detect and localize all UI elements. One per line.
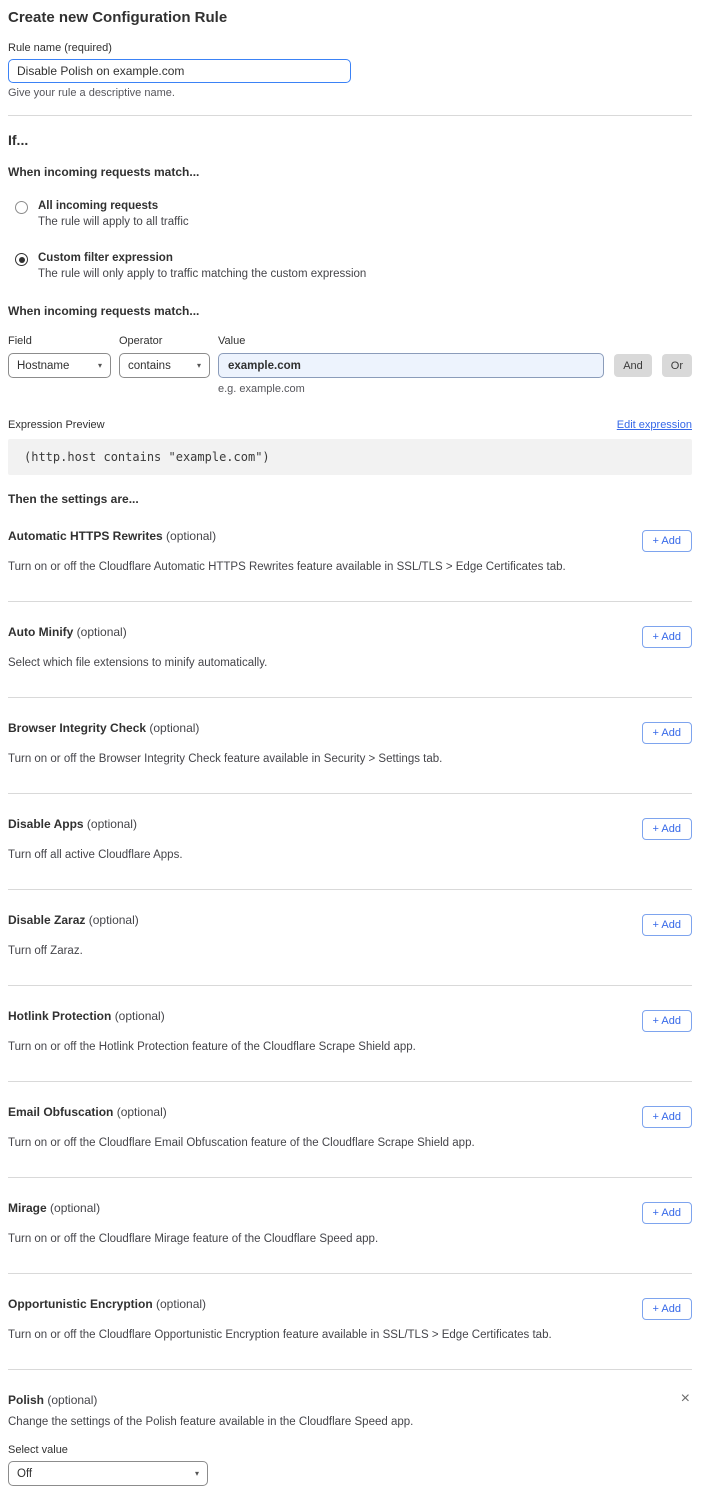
add-button[interactable]: + Add: [642, 1298, 692, 1320]
add-button[interactable]: + Add: [642, 626, 692, 648]
incoming-match-label: When incoming requests match...: [8, 165, 692, 179]
if-heading: If...: [8, 132, 692, 148]
match-type-radio-group: All incoming requests The rule will appl…: [8, 200, 692, 280]
setting-section: Auto Minify (optional) + Add Select whic…: [8, 602, 692, 698]
add-button[interactable]: + Add: [642, 914, 692, 936]
radio-all-incoming-requests[interactable]: All incoming requests The rule will appl…: [8, 200, 692, 228]
setting-description: Turn off Zaraz.: [8, 945, 568, 957]
field-label: Field: [8, 335, 119, 347]
setting-description: Turn on or off the Cloudflare Mirage fea…: [8, 1233, 568, 1245]
operator-select-value: contains: [128, 360, 171, 372]
setting-description: Turn on or off the Cloudflare Automatic …: [8, 561, 568, 573]
setting-title: Mirage: [8, 1201, 47, 1215]
value-label: Value: [218, 335, 692, 347]
radio-description: The rule will only apply to traffic matc…: [38, 268, 366, 280]
setting-section-polish: Polish (optional) × Change the settings …: [8, 1370, 692, 1486]
setting-optional-tag: (optional): [156, 1297, 206, 1311]
add-button[interactable]: + Add: [642, 1010, 692, 1032]
setting-section: Email Obfuscation (optional) + Add Turn …: [8, 1082, 692, 1178]
polish-select-value: Off: [17, 1468, 32, 1480]
select-value-label: Select value: [8, 1444, 692, 1456]
builder-column-labels: Field Operator Value: [8, 335, 692, 347]
setting-section: Browser Integrity Check (optional) + Add…: [8, 698, 692, 794]
expression-preview-code: (http.host contains "example.com"): [8, 439, 692, 475]
setting-description: Turn on or off the Cloudflare Opportunis…: [8, 1329, 568, 1341]
setting-title: Email Obfuscation: [8, 1105, 113, 1119]
chevron-down-icon: ▾: [98, 361, 102, 370]
setting-optional-tag: (optional): [87, 817, 137, 831]
rule-name-input[interactable]: [8, 59, 351, 83]
value-input[interactable]: [218, 353, 604, 378]
add-button[interactable]: + Add: [642, 722, 692, 744]
setting-optional-tag: (optional): [77, 625, 127, 639]
setting-section: Opportunistic Encryption (optional) + Ad…: [8, 1274, 692, 1370]
add-button[interactable]: + Add: [642, 1202, 692, 1224]
radio-label: Custom filter expression: [38, 252, 366, 264]
radio-selected-icon[interactable]: [15, 253, 28, 266]
add-button[interactable]: + Add: [642, 818, 692, 840]
rule-name-group: Rule name (required) Give your rule a de…: [8, 42, 692, 99]
rule-name-label: Rule name (required): [8, 42, 692, 54]
rule-name-help: Give your rule a descriptive name.: [8, 87, 692, 99]
setting-description: Turn on or off the Hotlink Protection fe…: [8, 1041, 568, 1053]
setting-description: Change the settings of the Polish featur…: [8, 1416, 568, 1428]
setting-title: Browser Integrity Check: [8, 721, 146, 735]
divider: [8, 115, 692, 116]
builder-match-label: When incoming requests match...: [8, 304, 692, 318]
setting-title: Automatic HTTPS Rewrites: [8, 529, 163, 543]
then-settings-heading: Then the settings are...: [8, 492, 692, 506]
setting-section: Automatic HTTPS Rewrites (optional) + Ad…: [8, 506, 692, 602]
operator-select[interactable]: contains ▾: [119, 353, 210, 378]
or-button[interactable]: Or: [662, 354, 692, 377]
setting-optional-tag: (optional): [47, 1393, 97, 1407]
expression-preview-header: Expression Preview Edit expression: [8, 419, 692, 431]
close-icon[interactable]: ×: [679, 1393, 692, 1405]
polish-value-select[interactable]: Off ▾: [8, 1461, 208, 1486]
setting-optional-tag: (optional): [166, 529, 216, 543]
operator-label: Operator: [119, 335, 218, 347]
setting-optional-tag: (optional): [89, 913, 139, 927]
setting-title: Hotlink Protection: [8, 1009, 111, 1023]
radio-description: The rule will apply to all traffic: [38, 216, 189, 228]
setting-optional-tag: (optional): [117, 1105, 167, 1119]
page-title: Create new Configuration Rule: [8, 9, 692, 26]
radio-label: All incoming requests: [38, 200, 189, 212]
setting-title: Disable Zaraz: [8, 913, 85, 927]
add-button[interactable]: + Add: [642, 530, 692, 552]
field-select[interactable]: Hostname ▾: [8, 353, 111, 378]
setting-description: Select which file extensions to minify a…: [8, 657, 568, 669]
setting-optional-tag: (optional): [50, 1201, 100, 1215]
setting-optional-tag: (optional): [149, 721, 199, 735]
setting-section: Disable Apps (optional) + Add Turn off a…: [8, 794, 692, 890]
setting-title: Polish: [8, 1393, 44, 1407]
setting-optional-tag: (optional): [115, 1009, 165, 1023]
value-help: e.g. example.com: [218, 383, 692, 395]
radio-custom-filter-expression[interactable]: Custom filter expression The rule will o…: [8, 252, 692, 280]
setting-section: Hotlink Protection (optional) + Add Turn…: [8, 986, 692, 1082]
setting-description: Turn on or off the Cloudflare Email Obfu…: [8, 1137, 568, 1149]
setting-section: Disable Zaraz (optional) + Add Turn off …: [8, 890, 692, 986]
chevron-down-icon: ▾: [197, 361, 201, 370]
field-select-value: Hostname: [17, 360, 69, 372]
radio-unselected-icon[interactable]: [15, 201, 28, 214]
setting-title: Disable Apps: [8, 817, 84, 831]
chevron-down-icon: ▾: [195, 1469, 199, 1478]
setting-title: Opportunistic Encryption: [8, 1297, 153, 1311]
settings-list: Automatic HTTPS Rewrites (optional) + Ad…: [8, 506, 692, 1370]
add-button[interactable]: + Add: [642, 1106, 692, 1128]
setting-section: Mirage (optional) + Add Turn on or off t…: [8, 1178, 692, 1274]
setting-description: Turn on or off the Browser Integrity Che…: [8, 753, 568, 765]
expression-preview-label: Expression Preview: [8, 419, 105, 431]
expression-builder-row: Hostname ▾ contains ▾ And Or: [8, 353, 692, 378]
edit-expression-link[interactable]: Edit expression: [617, 419, 692, 431]
and-button[interactable]: And: [614, 354, 652, 377]
setting-title: Auto Minify: [8, 625, 73, 639]
setting-description: Turn off all active Cloudflare Apps.: [8, 849, 568, 861]
